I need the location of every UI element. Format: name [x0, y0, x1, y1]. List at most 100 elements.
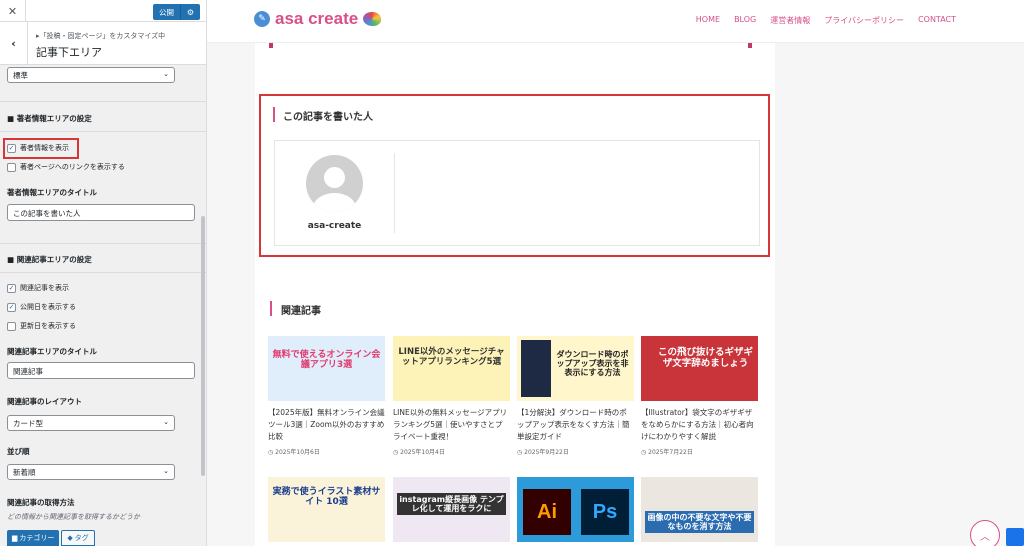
card-thumbnail[interactable]: Ai Ps: [517, 477, 634, 542]
show-date-checkbox[interactable]: ✓ 公開日を表示する: [7, 302, 76, 312]
card-thumbnail[interactable]: 無料で使えるオンライン会議アプリ3選: [268, 336, 385, 401]
card-title[interactable]: LINE以外の無料メッセージアプリランキング5選｜使いやすさとプライベート重視！: [393, 407, 510, 443]
highlight-box: [3, 138, 79, 159]
thumb-text: ダウンロード時のポップアップ表示を非表示にする方法: [556, 350, 629, 378]
folder-icon: ▆: [12, 534, 18, 542]
avatar: [306, 155, 363, 212]
section-title: 記事下エリア: [36, 46, 102, 59]
section-header: ‹ ▸「投稿・固定ページ」をカスタマイズ中 記事下エリア: [0, 22, 206, 65]
author-title-input[interactable]: この記事を書いた人: [7, 204, 195, 221]
select-value: カード型: [13, 419, 43, 428]
divider: [0, 243, 206, 244]
divider: [394, 153, 395, 233]
chevron-down-icon: ⌄: [163, 467, 169, 475]
related-card[interactable]: LINE以外のメッセージチャットアプリランキング5選 LINE以外の無料メッセー…: [393, 336, 510, 456]
select-value: 新着順: [13, 468, 36, 477]
back-arrow-icon[interactable]: ‹: [0, 22, 28, 65]
nav-contact[interactable]: CONTACT: [918, 15, 956, 26]
thumb-text: この飛び抜けるギザギザ文字辞めましょう: [657, 347, 753, 369]
card-date: ◷ 2025年7月22日: [641, 449, 693, 456]
heading-bar: [270, 301, 272, 316]
related-section-heading: ■ 関連記事エリアの設定: [7, 255, 92, 264]
customizer-topbar: ✕ 公開 ⚙: [0, 0, 206, 22]
nav-blog[interactable]: BLOG: [734, 15, 756, 26]
related-card[interactable]: 画像の中の不要な文字や不要なものを消す方法: [641, 477, 758, 542]
recaptcha-badge[interactable]: [1006, 528, 1024, 546]
phone-image: [521, 340, 551, 397]
pencil-icon: ✎: [254, 11, 270, 27]
tab-category[interactable]: ▆ カテゴリー: [7, 530, 60, 546]
source-label: 関連記事の取得方法: [7, 498, 75, 507]
thumb-text: LINE以外のメッセージチャットアプリランキング5選: [398, 347, 505, 367]
card-title[interactable]: 【1分解決】ダウンロード時のポップアップ表示をなくす方法｜簡単設定ガイド: [517, 407, 634, 443]
scroll-top-button[interactable]: ︿: [970, 520, 1000, 546]
related-layout-label: 関連記事のレイアウト: [7, 397, 82, 406]
author-title-label: 著者情報エリアのタイトル: [7, 188, 97, 197]
close-icon[interactable]: ✕: [0, 0, 26, 22]
checkbox-label: 関連記事を表示: [20, 284, 69, 292]
show-updated-checkbox[interactable]: 更新日を表示する: [7, 321, 76, 331]
illustrator-icon: Ai: [523, 489, 571, 535]
card-date: ◷ 2025年10月6日: [268, 449, 320, 456]
related-card[interactable]: Ai Ps: [517, 477, 634, 542]
decor-mark: [269, 43, 273, 48]
thumb-text: 画像の中の不要な文字や不要なものを消す方法: [645, 511, 754, 534]
palette-icon: [363, 12, 382, 26]
related-card[interactable]: ダウンロード時のポップアップ表示を非表示にする方法 【1分解決】ダウンロード時の…: [517, 336, 634, 456]
checkbox-checked-icon[interactable]: ✓: [7, 283, 16, 293]
card-thumbnail[interactable]: 画像の中の不要な文字や不要なものを消す方法: [641, 477, 758, 542]
card-thumbnail[interactable]: instagram縦長画像 テンプレ化して運用をラクに: [393, 477, 510, 542]
thumb-text: 無料で使えるオンライン会議アプリ3選: [272, 350, 381, 371]
order-select[interactable]: 新着順 ⌄: [7, 464, 175, 480]
show-related-checkbox[interactable]: ✓ 関連記事を表示: [7, 283, 69, 293]
nav-privacy[interactable]: プライバシーポリシー: [824, 15, 904, 26]
checkbox-checked-icon[interactable]: ✓: [7, 302, 16, 312]
checkbox-label: 著者ページへのリンクを表示する: [20, 163, 125, 171]
thumb-text: instagram縦長画像 テンプレ化して運用をラクに: [397, 493, 506, 516]
card-title[interactable]: 【Illustrator】袋文字のギザギザをなめらかにする方法｜初心者向けにわか…: [641, 407, 758, 443]
logo-text: asa create: [275, 9, 359, 28]
card-thumbnail[interactable]: ダウンロード時のポップアップ表示を非表示にする方法: [517, 336, 634, 401]
article-content: この記事を書いた人 asa-create 関連記事 無料で使えるオンライン会議ア…: [255, 43, 775, 546]
nav-about[interactable]: 運営者情報: [770, 15, 810, 26]
card-thumbnail[interactable]: 実務で使うイラスト素材サイト 10選: [268, 477, 385, 542]
main-nav: HOME BLOG 運営者情報 プライバシーポリシー CONTACT: [696, 15, 956, 26]
source-tabs: ▆ カテゴリー ◆ タグ: [7, 530, 95, 546]
publish-button-group: 公開 ⚙: [153, 4, 200, 20]
chevron-up-icon: ︿: [980, 531, 990, 543]
select-value: 標準: [13, 71, 28, 80]
nav-home[interactable]: HOME: [696, 15, 720, 26]
author-box: この記事を書いた人 asa-create: [259, 94, 770, 257]
card-thumbnail[interactable]: この飛び抜けるギザギザ文字辞めましょう: [641, 336, 758, 401]
tag-icon: ◆: [67, 534, 73, 542]
chevron-down-icon: ⌄: [163, 418, 169, 426]
checkbox-unchecked-icon[interactable]: [7, 321, 16, 331]
publish-button[interactable]: 公開: [153, 4, 180, 20]
gear-icon[interactable]: ⚙: [180, 4, 200, 20]
tab-tag[interactable]: ◆ タグ: [61, 530, 95, 546]
heading-bar: [273, 107, 275, 122]
divider: [0, 272, 206, 273]
scrollbar[interactable]: [201, 216, 205, 476]
source-note: どの情報から関連記事を取得するかどうか: [7, 513, 140, 521]
thumb-text: 実務で使うイラスト素材サイト 10選: [272, 487, 381, 508]
decor-mark: [748, 43, 752, 48]
related-heading: 関連記事: [281, 306, 321, 317]
site-logo[interactable]: ✎ asa create: [254, 9, 382, 29]
breadcrumb: ▸「投稿・固定ページ」をカスタマイズ中: [36, 32, 166, 40]
author-link-checkbox[interactable]: 著者ページへのリンクを表示する: [7, 162, 125, 172]
card-date: ◷ 2025年9月22日: [517, 449, 569, 456]
order-label: 並び順: [7, 447, 30, 456]
checkbox-unchecked-icon[interactable]: [7, 162, 16, 172]
related-card[interactable]: 無料で使えるオンライン会議アプリ3選 【2025年版】無料オンライン会議ツール3…: [268, 336, 385, 456]
related-card[interactable]: instagram縦長画像 テンプレ化して運用をラクに: [393, 477, 510, 542]
author-name[interactable]: asa-create: [275, 221, 394, 231]
card-title[interactable]: 【2025年版】無料オンライン会議ツール3選｜Zoom以外のおすすめ比較: [268, 407, 385, 443]
layout-select[interactable]: 標準 ⌄: [7, 67, 175, 83]
checkbox-label: 公開日を表示する: [20, 303, 76, 311]
related-title-input[interactable]: 関連記事: [7, 362, 195, 379]
card-thumbnail[interactable]: LINE以外のメッセージチャットアプリランキング5選: [393, 336, 510, 401]
related-layout-select[interactable]: カード型 ⌄: [7, 415, 175, 431]
related-card[interactable]: 実務で使うイラスト素材サイト 10選: [268, 477, 385, 542]
related-card[interactable]: この飛び抜けるギザギザ文字辞めましょう 【Illustrator】袋文字のギザギ…: [641, 336, 758, 456]
